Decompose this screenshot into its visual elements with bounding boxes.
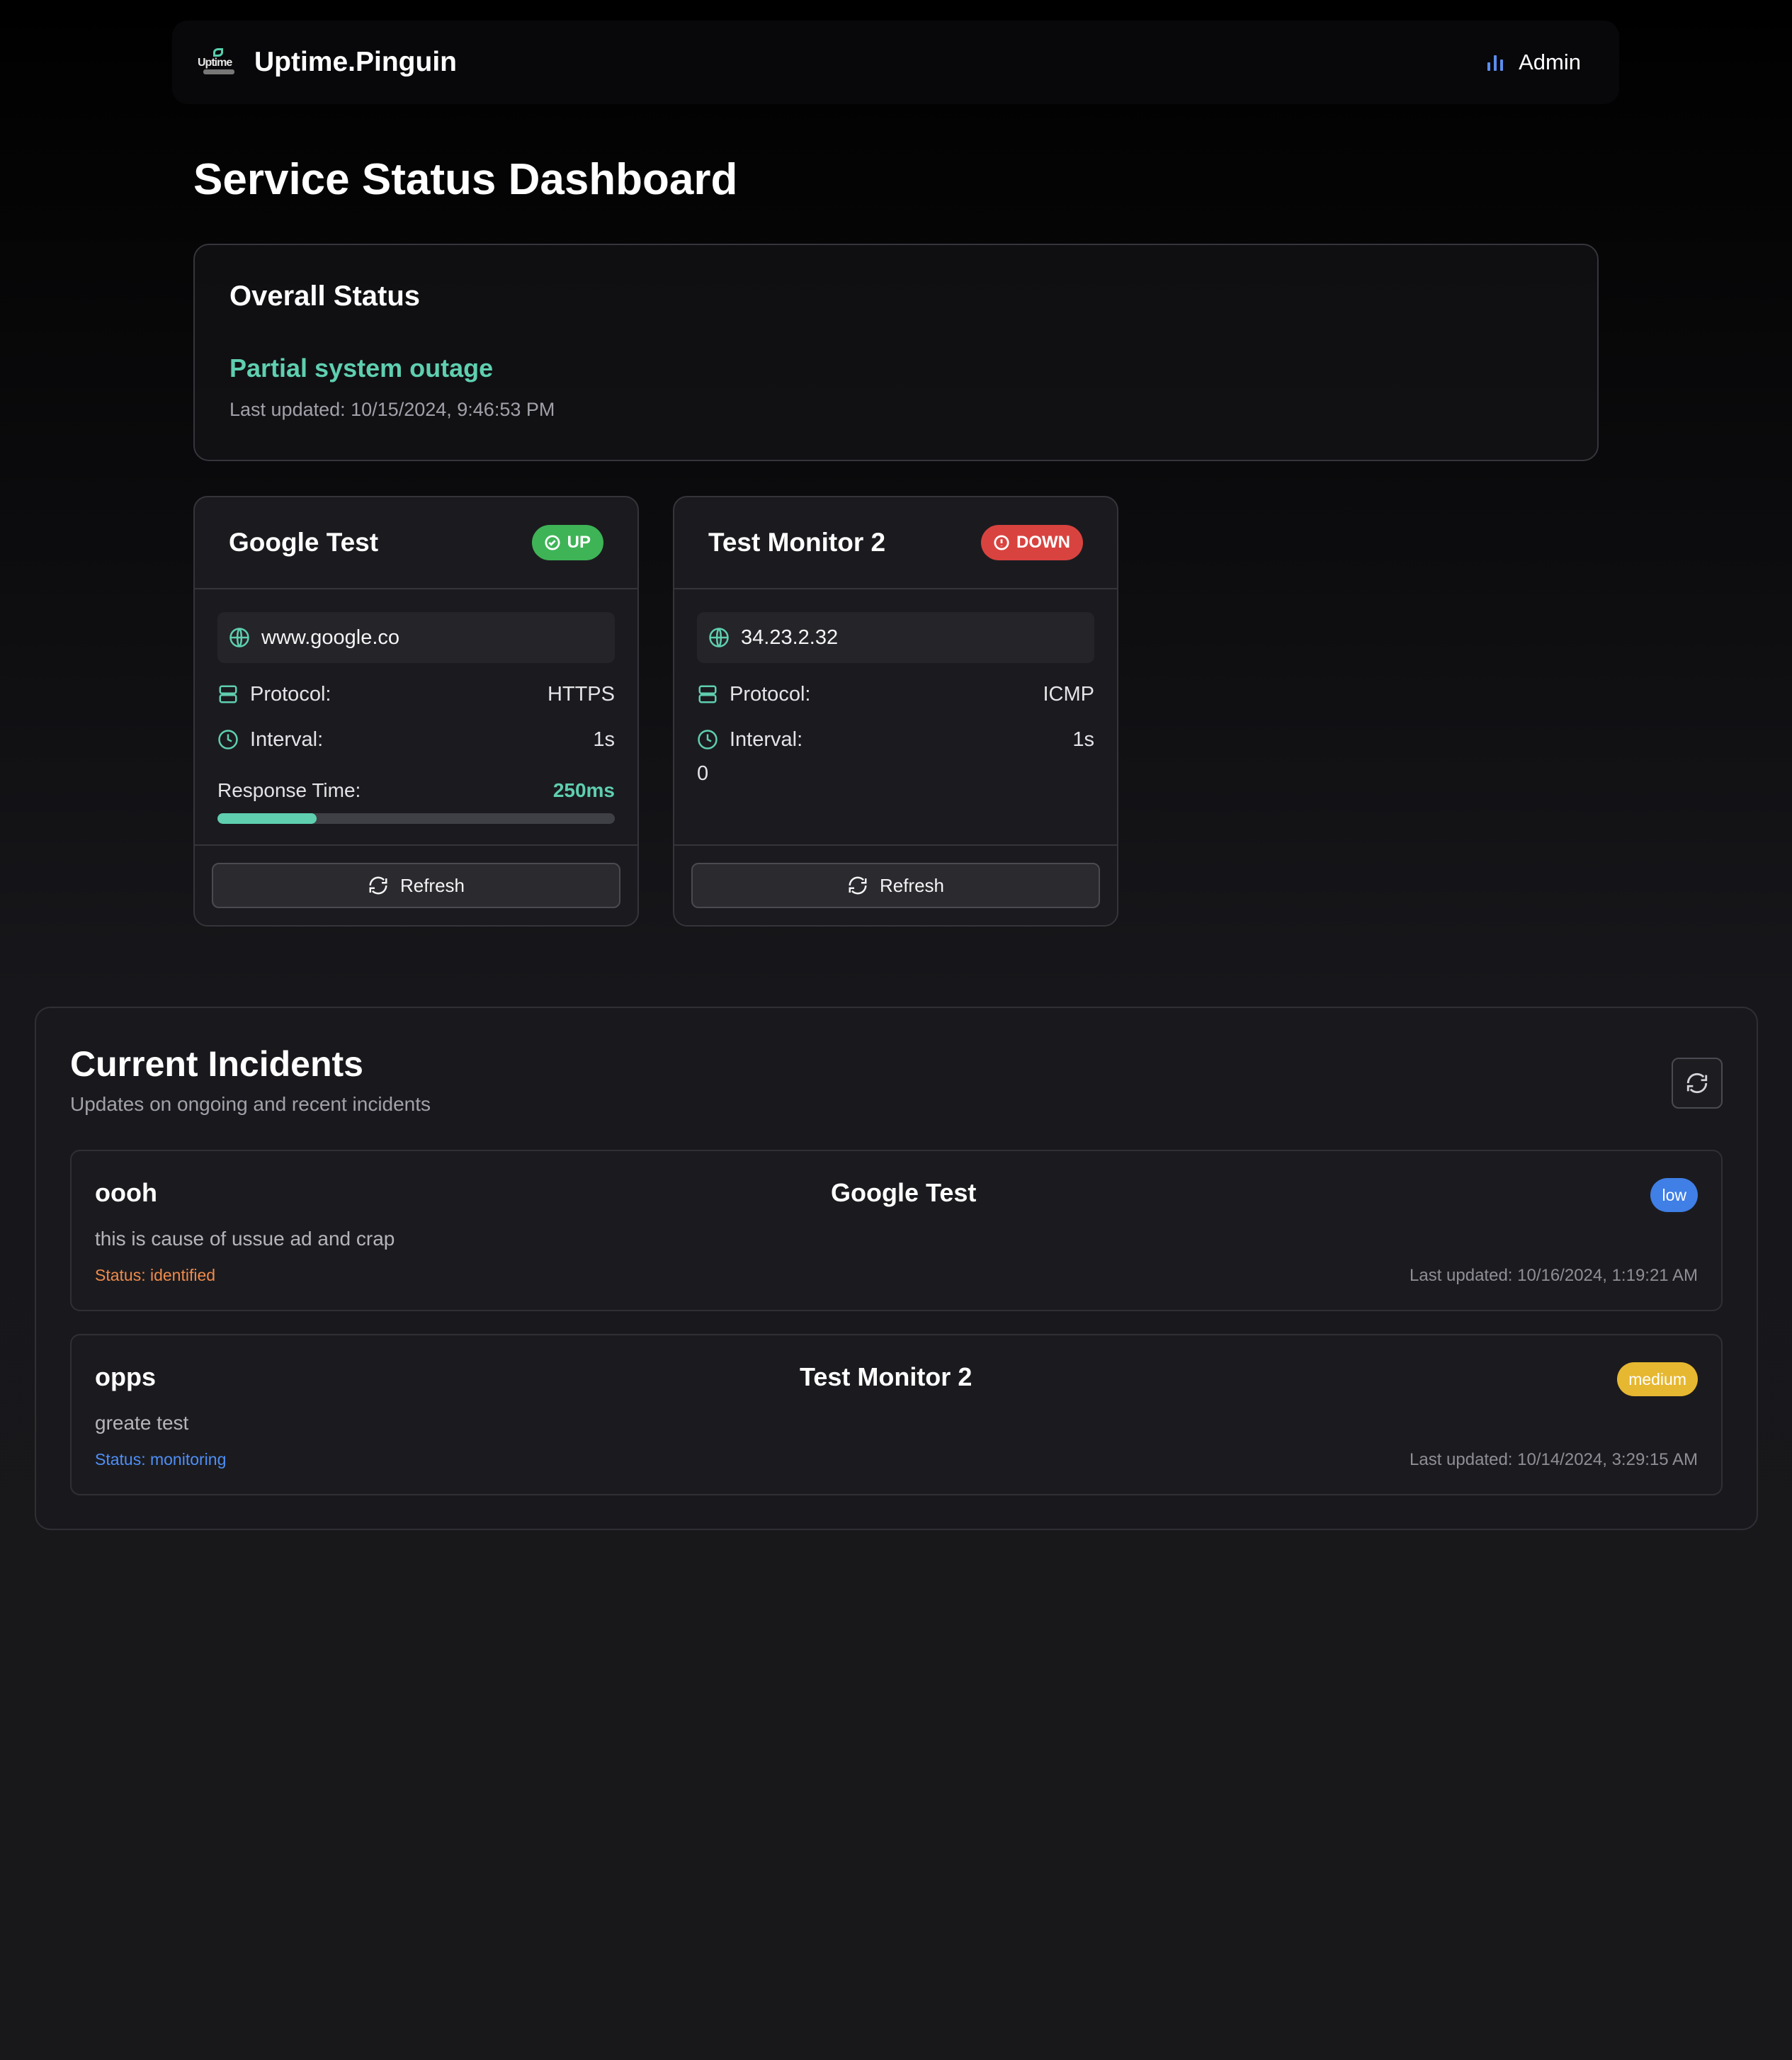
incidents-refresh-button[interactable] xyxy=(1672,1058,1723,1109)
monitor-host-text: www.google.co xyxy=(261,626,400,649)
protocol-label: Protocol: xyxy=(730,682,811,706)
response-time-value: 250ms xyxy=(552,779,615,801)
server-icon xyxy=(219,685,237,703)
refresh-button-label: Refresh xyxy=(399,874,465,896)
monitor-host: 34.23.2.32 xyxy=(697,612,1094,663)
interval-row: Interval: 1s xyxy=(217,717,615,762)
monitor-card: Google Test UP www.google.co Protocol: H… xyxy=(193,496,639,927)
incident-description: this is cause of ussue ad and crap xyxy=(95,1228,395,1250)
refresh-icon xyxy=(849,876,867,895)
server-icon xyxy=(698,685,717,703)
incident-last-updated: Last updated: 10/16/2024, 1:19:21 AM xyxy=(1410,1266,1698,1285)
admin-label: Admin xyxy=(1519,50,1581,74)
top-nav: Uptime Uptime.Pinguin Admin xyxy=(172,21,1619,104)
interval-label: Interval: xyxy=(730,728,803,751)
interval-value: 1s xyxy=(1072,728,1094,751)
incident-service: Test Monitor 2 xyxy=(800,1362,972,1391)
protocol-row: Protocol: ICMP xyxy=(697,672,1094,717)
monitor-name: Google Test xyxy=(229,528,379,557)
monitor-card-header: Google Test UP xyxy=(195,497,637,589)
incident-title: oooh xyxy=(95,1178,157,1207)
clock-icon xyxy=(698,730,718,749)
status-badge-label: UP xyxy=(567,533,591,552)
incident-title: opps xyxy=(95,1362,156,1391)
brand-logo: Uptime xyxy=(198,48,240,77)
monitor-card-header: Test Monitor 2 DOWN xyxy=(674,497,1117,589)
monitor-name: Test Monitor 2 xyxy=(708,528,886,557)
monitor-card-footer: Refresh xyxy=(674,844,1117,925)
refresh-icon xyxy=(1686,1073,1708,1094)
status-badge: DOWN xyxy=(981,525,1083,560)
interval-label: Interval: xyxy=(250,728,324,751)
protocol-value: ICMP xyxy=(1043,682,1095,706)
monitor-host-text: 34.23.2.32 xyxy=(741,626,839,649)
response-time-label: Response Time: xyxy=(217,779,361,801)
brand[interactable]: Uptime Uptime.Pinguin xyxy=(198,47,457,78)
response-time-bar-fill xyxy=(217,813,317,824)
response-time-row: Response Time: 250ms xyxy=(217,779,615,802)
interval-value: 1s xyxy=(593,728,615,751)
incidents-subtitle: Updates on ongoing and recent incidents xyxy=(70,1093,431,1115)
overall-last-updated: Last updated: 10/15/2024, 9:46:53 PM xyxy=(229,399,555,420)
refresh-button[interactable]: Refresh xyxy=(212,863,620,908)
globe-icon xyxy=(709,628,729,647)
refresh-button-label: Refresh xyxy=(879,874,945,896)
interval-row: Interval: 1s xyxy=(697,717,1094,762)
check-circle-icon xyxy=(545,535,560,550)
incidents-panel: Current Incidents Updates on ongoing and… xyxy=(35,1007,1758,1530)
overall-status-heading: Overall Status xyxy=(229,281,421,312)
incident-status: Status: monitoring xyxy=(95,1450,227,1468)
severity-badge: medium xyxy=(1617,1362,1698,1396)
brand-name: Uptime.Pinguin xyxy=(254,47,457,77)
response-time-bar xyxy=(217,813,615,824)
monitor-card-footer: Refresh xyxy=(195,844,637,925)
incident-description: greate test xyxy=(95,1412,189,1434)
response-time-value: 0 xyxy=(697,762,709,785)
incident-last-updated: Last updated: 10/14/2024, 3:29:15 AM xyxy=(1410,1450,1698,1469)
bar-chart-icon xyxy=(1487,54,1504,71)
monitor-card: Test Monitor 2 DOWN 34.23.2.32 Protocol:… xyxy=(673,496,1118,927)
monitor-host: www.google.co xyxy=(217,612,615,663)
clock-icon xyxy=(218,730,238,749)
protocol-value: HTTPS xyxy=(547,682,615,706)
globe-icon xyxy=(229,628,249,647)
alert-circle-icon xyxy=(994,535,1009,550)
admin-link[interactable]: Admin xyxy=(1487,50,1581,75)
status-badge-label: DOWN xyxy=(1016,533,1070,552)
refresh-button[interactable]: Refresh xyxy=(691,863,1100,908)
severity-badge: low xyxy=(1650,1178,1698,1212)
page-title: Service Status Dashboard xyxy=(193,155,738,204)
protocol-row: Protocol: HTTPS xyxy=(217,672,615,717)
incident-status: Status: identified xyxy=(95,1266,216,1284)
incidents-heading: Current Incidents xyxy=(70,1044,363,1084)
status-badge: UP xyxy=(531,525,603,560)
overall-status-card: Overall Status Partial system outage Las… xyxy=(193,244,1599,461)
overall-status-text: Partial system outage xyxy=(229,353,494,383)
incident-service: Google Test xyxy=(831,1178,977,1207)
refresh-icon xyxy=(369,876,387,895)
protocol-label: Protocol: xyxy=(250,682,331,706)
incident-item[interactable]: opps Test Monitor 2 medium greate test S… xyxy=(70,1334,1723,1495)
incident-item[interactable]: oooh Google Test low this is cause of us… xyxy=(70,1150,1723,1311)
